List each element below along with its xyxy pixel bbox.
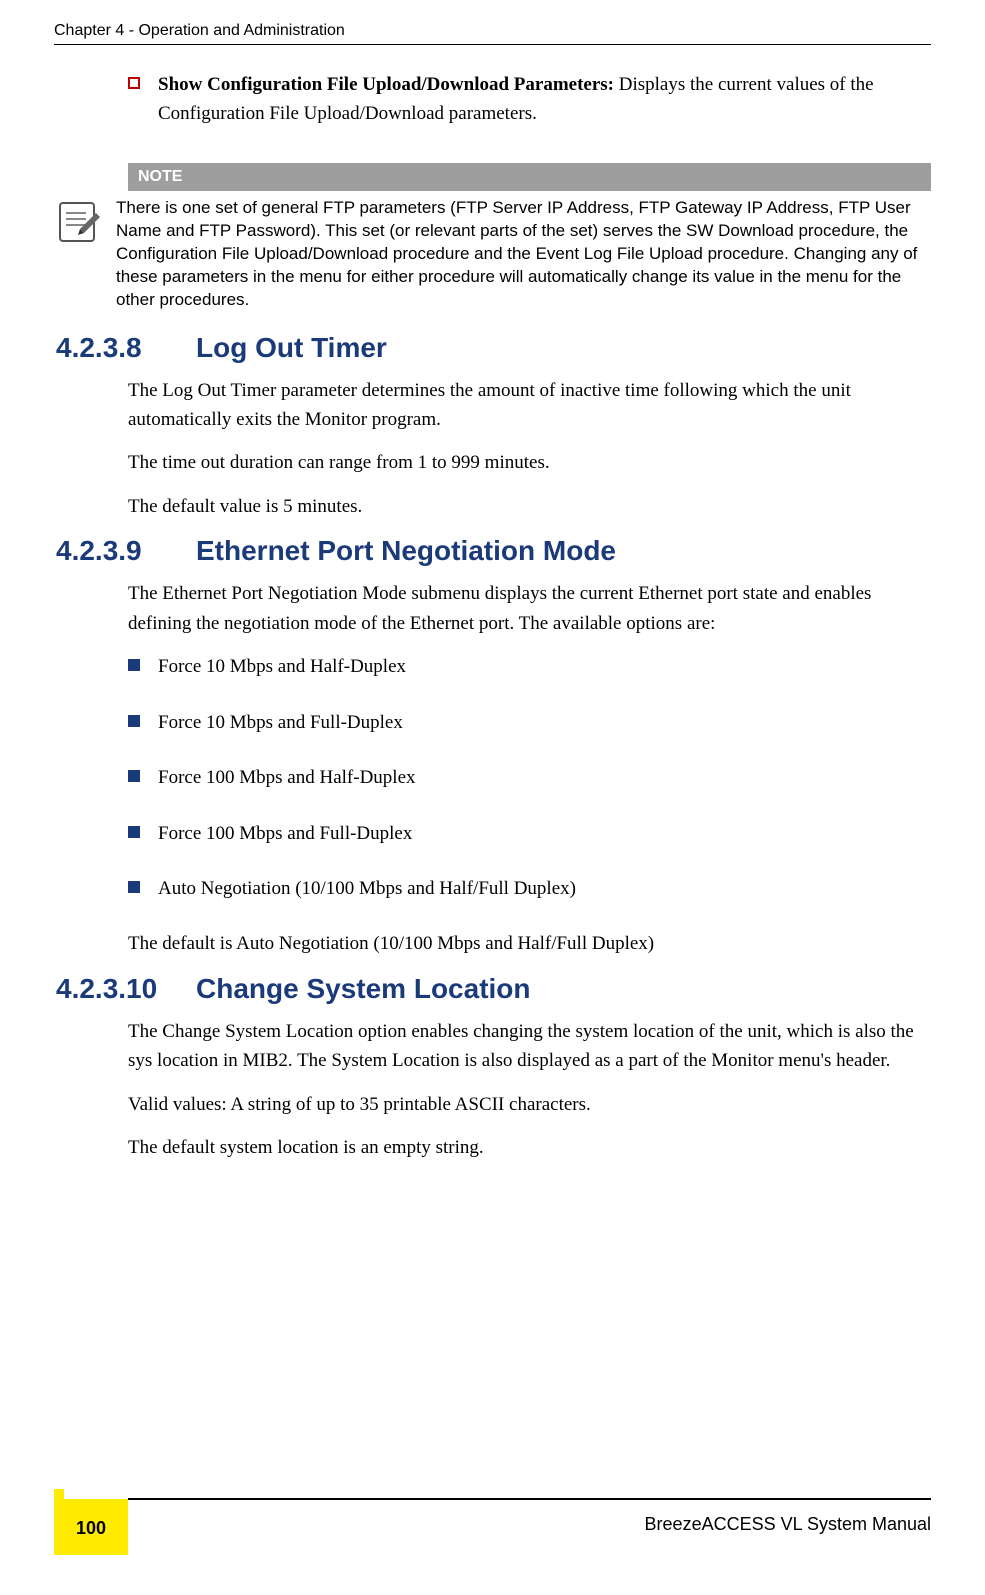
note-block: NOTE There is one set of general FTP par… — [128, 163, 931, 312]
bullet-icon — [128, 659, 140, 671]
intro-bullet-text: Show Configuration File Upload/Download … — [158, 70, 931, 129]
body-paragraph: The default is Auto Negotiation (10/100 … — [128, 929, 931, 958]
intro-bullet-title: Show Configuration File Upload/Download … — [158, 74, 614, 95]
section-title: Log Out Timer — [196, 332, 387, 364]
page-number-box: 100 — [54, 1499, 128, 1555]
body-paragraph: The default system location is an empty … — [128, 1133, 931, 1162]
body-paragraph: The Change System Location option enable… — [128, 1017, 931, 1076]
section-number: 4.2.3.8 — [56, 332, 196, 364]
body-paragraph: The time out duration can range from 1 t… — [128, 448, 931, 477]
bullet-icon — [128, 770, 140, 782]
section-number: 4.2.3.10 — [56, 973, 196, 1005]
list-item: Force 100 Mbps and Half-Duplex — [128, 763, 931, 792]
body-paragraph: The default value is 5 minutes. — [128, 492, 931, 521]
section-number: 4.2.3.9 — [56, 535, 196, 567]
page-number: 100 — [76, 1518, 106, 1539]
intro-bullet: Show Configuration File Upload/Download … — [128, 70, 931, 129]
options-list: Force 10 Mbps and Half-Duplex Force 10 M… — [128, 652, 931, 903]
page-header: Chapter 4 - Operation and Administration — [54, 22, 931, 40]
list-item: Force 10 Mbps and Half-Duplex — [128, 652, 931, 681]
section-heading-ethernet: 4.2.3.9 Ethernet Port Negotiation Mode — [128, 535, 931, 567]
body-paragraph: Valid values: A string of up to 35 print… — [128, 1090, 931, 1119]
body-paragraph: The Ethernet Port Negotiation Mode subme… — [128, 579, 931, 638]
list-item-text: Force 100 Mbps and Half-Duplex — [158, 763, 416, 792]
footer-rule — [128, 1498, 931, 1500]
section-title: Ethernet Port Negotiation Mode — [196, 535, 616, 567]
bullet-icon — [128, 826, 140, 838]
bullet-icon — [128, 715, 140, 727]
section-heading-logout-timer: 4.2.3.8 Log Out Timer — [128, 332, 931, 364]
note-pencil-icon — [56, 197, 116, 250]
list-item: Force 100 Mbps and Full-Duplex — [128, 819, 931, 848]
note-text: There is one set of general FTP paramete… — [116, 191, 931, 312]
list-item: Auto Negotiation (10/100 Mbps and Half/F… — [128, 874, 931, 903]
list-item-text: Auto Negotiation (10/100 Mbps and Half/F… — [158, 874, 576, 903]
bullet-icon — [128, 881, 140, 893]
section-heading-change-location: 4.2.3.10 Change System Location — [128, 973, 931, 1005]
bullet-icon — [128, 77, 140, 89]
section-title: Change System Location — [196, 973, 531, 1005]
list-item-text: Force 100 Mbps and Full-Duplex — [158, 819, 412, 848]
list-item: Force 10 Mbps and Full-Duplex — [128, 708, 931, 737]
header-rule — [54, 44, 931, 45]
list-item-text: Force 10 Mbps and Full-Duplex — [158, 708, 403, 737]
note-label: NOTE — [128, 163, 931, 191]
body-paragraph: The Log Out Timer parameter determines t… — [128, 376, 931, 435]
footer-manual-title: BreezeACCESS VL System Manual — [645, 1514, 931, 1535]
list-item-text: Force 10 Mbps and Half-Duplex — [158, 652, 406, 681]
